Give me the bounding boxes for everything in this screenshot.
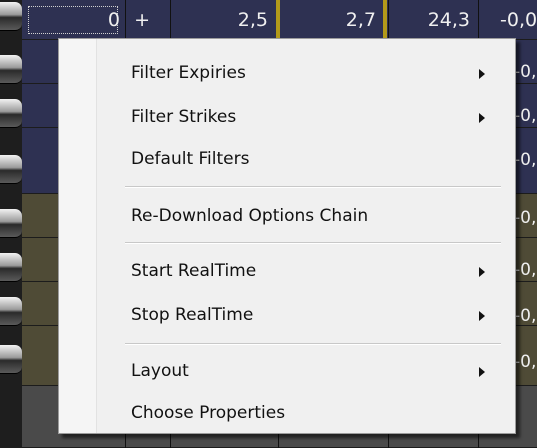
app-root: 0 + 2,5 2,7 24,3 -0,0 -0,1 -0,2 -0,3 -0,…	[0, 0, 537, 448]
gold-marker	[383, 0, 387, 40]
menu-item-filter-strikes[interactable]: Filter Strikes	[59, 95, 515, 139]
row-handle-rail	[0, 0, 22, 448]
context-menu: Filter Expiries Filter Strikes Default F…	[58, 38, 516, 434]
header-cell-value[interactable]: 2,5	[180, 0, 268, 40]
row-handle[interactable]	[0, 155, 22, 184]
submenu-arrow-icon	[479, 113, 485, 123]
menu-item-redownload-options-chain[interactable]: Re-Download Options Chain	[59, 194, 515, 238]
menu-item-label: Start RealTime	[131, 261, 257, 281]
header-cell-value[interactable]: 2,7	[290, 0, 376, 40]
menu-item-label: Layout	[131, 361, 189, 381]
submenu-arrow-icon	[479, 267, 485, 277]
row-handle[interactable]	[0, 2, 22, 31]
row-handle[interactable]	[0, 297, 22, 326]
menu-separator	[125, 186, 501, 188]
row-handle[interactable]	[0, 55, 22, 84]
grid-cell-value[interactable]: -0,6	[514, 260, 537, 280]
menu-item-default-filters[interactable]: Default Filters	[59, 137, 515, 181]
grid-cell-value[interactable]: -0,8	[514, 306, 537, 326]
menu-item-label: Default Filters	[131, 149, 250, 169]
header-cell-value[interactable]: 24,3	[392, 0, 470, 40]
menu-item-choose-properties[interactable]: Choose Properties	[59, 391, 515, 435]
submenu-arrow-icon	[479, 69, 485, 79]
grid-cell-value[interactable]: -0,2	[514, 106, 537, 126]
row-handle[interactable]	[0, 99, 22, 128]
menu-item-layout[interactable]: Layout	[59, 349, 515, 393]
row-handle[interactable]	[0, 345, 22, 374]
menu-item-label: Stop RealTime	[131, 305, 254, 325]
row-handle[interactable]	[0, 209, 22, 238]
menu-separator	[125, 242, 501, 244]
header-cell-value[interactable]: 0	[30, 0, 120, 40]
menu-item-start-realtime[interactable]: Start RealTime	[59, 249, 515, 293]
menu-item-label: Filter Expiries	[131, 63, 246, 83]
menu-item-stop-realtime[interactable]: Stop RealTime	[59, 293, 515, 337]
row-handle[interactable]	[0, 253, 22, 282]
submenu-arrow-icon	[479, 311, 485, 321]
menu-item-label: Filter Strikes	[131, 107, 237, 127]
grid-cell-value[interactable]: -0,3	[514, 150, 537, 170]
gold-marker	[276, 0, 280, 40]
menu-item-label: Re-Download Options Chain	[131, 206, 369, 226]
header-cell-plus[interactable]: +	[128, 0, 150, 40]
header-cell-value[interactable]: -0,0	[500, 0, 537, 40]
grid-cell-value[interactable]: -0,1	[514, 62, 537, 82]
submenu-arrow-icon	[479, 367, 485, 377]
menu-item-label: Choose Properties	[131, 403, 286, 423]
menu-separator	[125, 343, 501, 345]
menu-item-filter-expiries[interactable]: Filter Expiries	[59, 51, 515, 95]
grid-cell-value[interactable]: -0,9	[514, 352, 537, 372]
grid-cell-value[interactable]: -0,5	[514, 208, 537, 228]
